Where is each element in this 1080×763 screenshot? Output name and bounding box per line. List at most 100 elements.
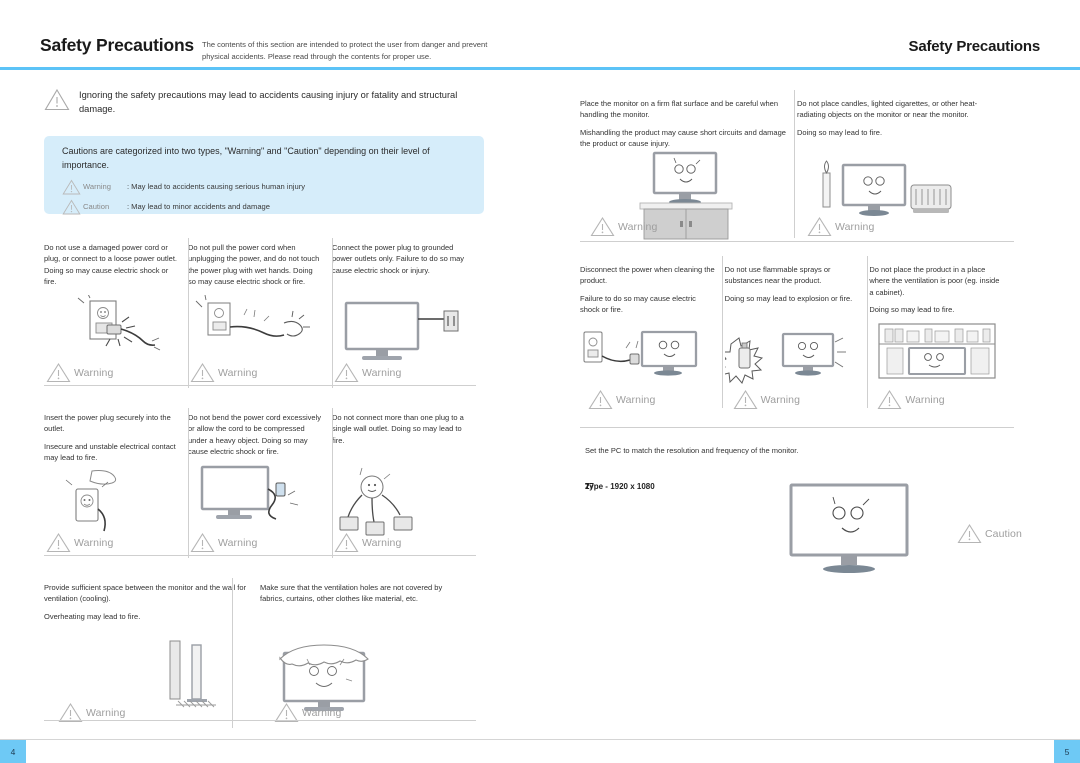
notice-label-caution: Caution: [83, 202, 110, 212]
illustration-outlet-damaged-plug: Warning: [44, 293, 188, 387]
safety-item-text: Do not bend the power cord excessively o…: [188, 413, 321, 457]
caution-text: Set the PC to match the resolution and f…: [585, 446, 799, 455]
cell-divider: [867, 256, 868, 408]
intro-text: Ignoring the safety precautions may lead…: [79, 90, 458, 114]
illustration-monitor-cord-bend: Warning: [188, 465, 332, 557]
right-row-1: Place the monitor on a firm flat surface…: [580, 90, 1014, 243]
illustration-monitor-in-cabinet: Warning: [869, 322, 1014, 414]
safety-item: Do not place candles, lighted cigarettes…: [797, 98, 1014, 243]
header-left: Safety Precautions The contents of this …: [40, 35, 492, 63]
warning-badge-label: Warning: [905, 393, 945, 406]
warning-triangle-icon: [46, 362, 71, 383]
safety-item: Do not connect more than one plug to a s…: [332, 412, 476, 557]
warning-triangle-icon: [588, 389, 613, 410]
safety-item: Make sure that the ventilation holes are…: [260, 582, 476, 727]
safety-item-text: Do not place the product in a place wher…: [869, 264, 1004, 316]
header-rule: [0, 67, 1080, 70]
illustration-monitor-covered-cloth: Warning: [260, 635, 476, 727]
resolution-spec-overlay: 27: [585, 482, 594, 492]
safety-item-text: Place the monitor on a firm flat surface…: [580, 98, 787, 150]
warning-triangle-icon: [733, 389, 758, 410]
header-right-title: Safety Precautions: [908, 38, 1041, 55]
warning-badge-label: Warning: [218, 366, 258, 379]
safety-item-text-a: Insert the power plug securely into the …: [44, 413, 171, 434]
warning-triangle-icon: [190, 362, 215, 383]
notice-heading: Cautions are categorized into two types,…: [62, 146, 430, 170]
safety-item-text-a: Do not place candles, lighted cigarettes…: [797, 99, 978, 120]
warning-triangle-icon: [590, 216, 615, 237]
right-row-2: Disconnect the power when cleaning the p…: [580, 256, 1014, 414]
caution-triangle-icon: [957, 523, 982, 544]
safety-item: Disconnect the power when cleaning the p…: [580, 264, 725, 414]
safety-item: Provide sufficient space between the mon…: [44, 582, 260, 727]
illustration-monitor-on-cabinet: Warning: [580, 151, 797, 243]
warning-badge: Warning: [588, 389, 655, 410]
safety-item-text-a: Disconnect the power when cleaning the p…: [580, 265, 715, 286]
warning-triangle-icon: [46, 532, 71, 553]
footer-rule-right: [540, 739, 1080, 740]
caution-badge-label: Caution: [985, 527, 1022, 540]
safety-item: Do not place the product in a place wher…: [869, 264, 1014, 414]
illustration-unplug-cleaning: Warning: [580, 322, 725, 414]
warning-triangle-icon: [334, 362, 359, 383]
caution-badge: Caution: [957, 523, 1022, 544]
safety-item-text-b: Doing so may lead to fire.: [797, 127, 883, 137]
safety-item-text-a: Place the monitor on a firm flat surface…: [580, 99, 779, 120]
page-number-right: 5: [1054, 740, 1080, 763]
warning-badge: Warning: [46, 532, 113, 553]
notice-sep-caution: :: [127, 202, 130, 212]
notice-row-warning: Warning : May lead to accidents causing …: [62, 179, 468, 195]
illustration-monitor-candle-heater: Warning: [797, 151, 1014, 243]
safety-item-text-a: Do not place the product in a place wher…: [869, 265, 1000, 297]
safety-item-text: Make sure that the ventilation holes are…: [260, 583, 443, 604]
warning-badge: Warning: [46, 362, 113, 383]
notice-desc-warning: May lead to accidents causing serious hu…: [131, 182, 306, 192]
warning-badge-label: Warning: [74, 536, 114, 549]
warning-triangle-icon: [190, 532, 215, 553]
safety-item-text: Do not use a damaged power cord or plug,…: [44, 243, 178, 287]
warning-badge: Warning: [590, 216, 657, 237]
safety-item-text: Do not pull the power cord when unpluggi…: [188, 243, 320, 287]
manual-spread: Safety Precautions The contents of this …: [0, 0, 1080, 763]
notice-desc-caution: May lead to minor accidents and damage: [131, 202, 271, 212]
warning-badge: Warning: [334, 362, 401, 383]
warning-badge-label: Warning: [218, 536, 258, 549]
row-divider: [580, 241, 1014, 242]
safety-item-text-b: Doing so may lead to explosion or fire.: [724, 293, 853, 303]
left-row-3: Provide sufficient space between the mon…: [44, 578, 476, 728]
warning-badge-label: Warning: [362, 366, 402, 379]
cell-divider: [722, 256, 723, 408]
warning-badge: Warning: [190, 362, 257, 383]
notice-row-caution: Caution : May lead to minor accidents an…: [62, 199, 468, 215]
safety-item: Do not bend the power cord excessively o…: [188, 412, 332, 557]
illustration-plug-into-outlet: Warning: [44, 465, 188, 557]
cell-divider: [232, 578, 233, 728]
page-title: Safety Precautions: [40, 35, 194, 55]
warning-badge-label: Warning: [618, 220, 658, 233]
illustration-wet-hand-plug: Warning: [188, 294, 332, 387]
safety-item: Place the monitor on a firm flat surface…: [580, 98, 797, 243]
left-row-1: Do not use a damaged power cord or plug,…: [44, 238, 476, 388]
safety-item: Do not pull the power cord when unpluggi…: [188, 242, 332, 387]
safety-item-text-b: Insecure and unstable electrical contact…: [44, 441, 176, 463]
illustration-multi-plug-overload: Warning: [332, 465, 476, 557]
safety-item-text-a: Provide sufficient space between the mon…: [44, 583, 247, 604]
warning-badge: Warning: [733, 389, 800, 410]
row-divider: [44, 385, 476, 386]
page-number-left: 4: [0, 740, 26, 763]
notice-box: Cautions are categorized into two types,…: [44, 136, 484, 215]
warning-badge: Warning: [807, 216, 874, 237]
notice-label-warning: Warning: [83, 182, 111, 192]
warning-badge-label: Warning: [616, 393, 656, 406]
warning-triangle-icon: [334, 532, 359, 553]
illustration-monitor-wall-gap: Warning: [44, 635, 260, 727]
warning-triangle-icon: [877, 389, 902, 410]
right-page: Place the monitor on a firm flat surface…: [540, 72, 1080, 737]
cell-divider: [332, 238, 333, 388]
safety-item: Do not use flammable sprays or substance…: [716, 264, 870, 414]
warning-badge: Warning: [334, 532, 401, 553]
safety-item-text-a: Do not use flammable sprays or substance…: [724, 265, 831, 286]
cell-divider: [188, 238, 189, 388]
warning-triangle-icon: [807, 216, 832, 237]
resolution-spec-primary: Type - 1920 x 1080: [585, 482, 655, 492]
